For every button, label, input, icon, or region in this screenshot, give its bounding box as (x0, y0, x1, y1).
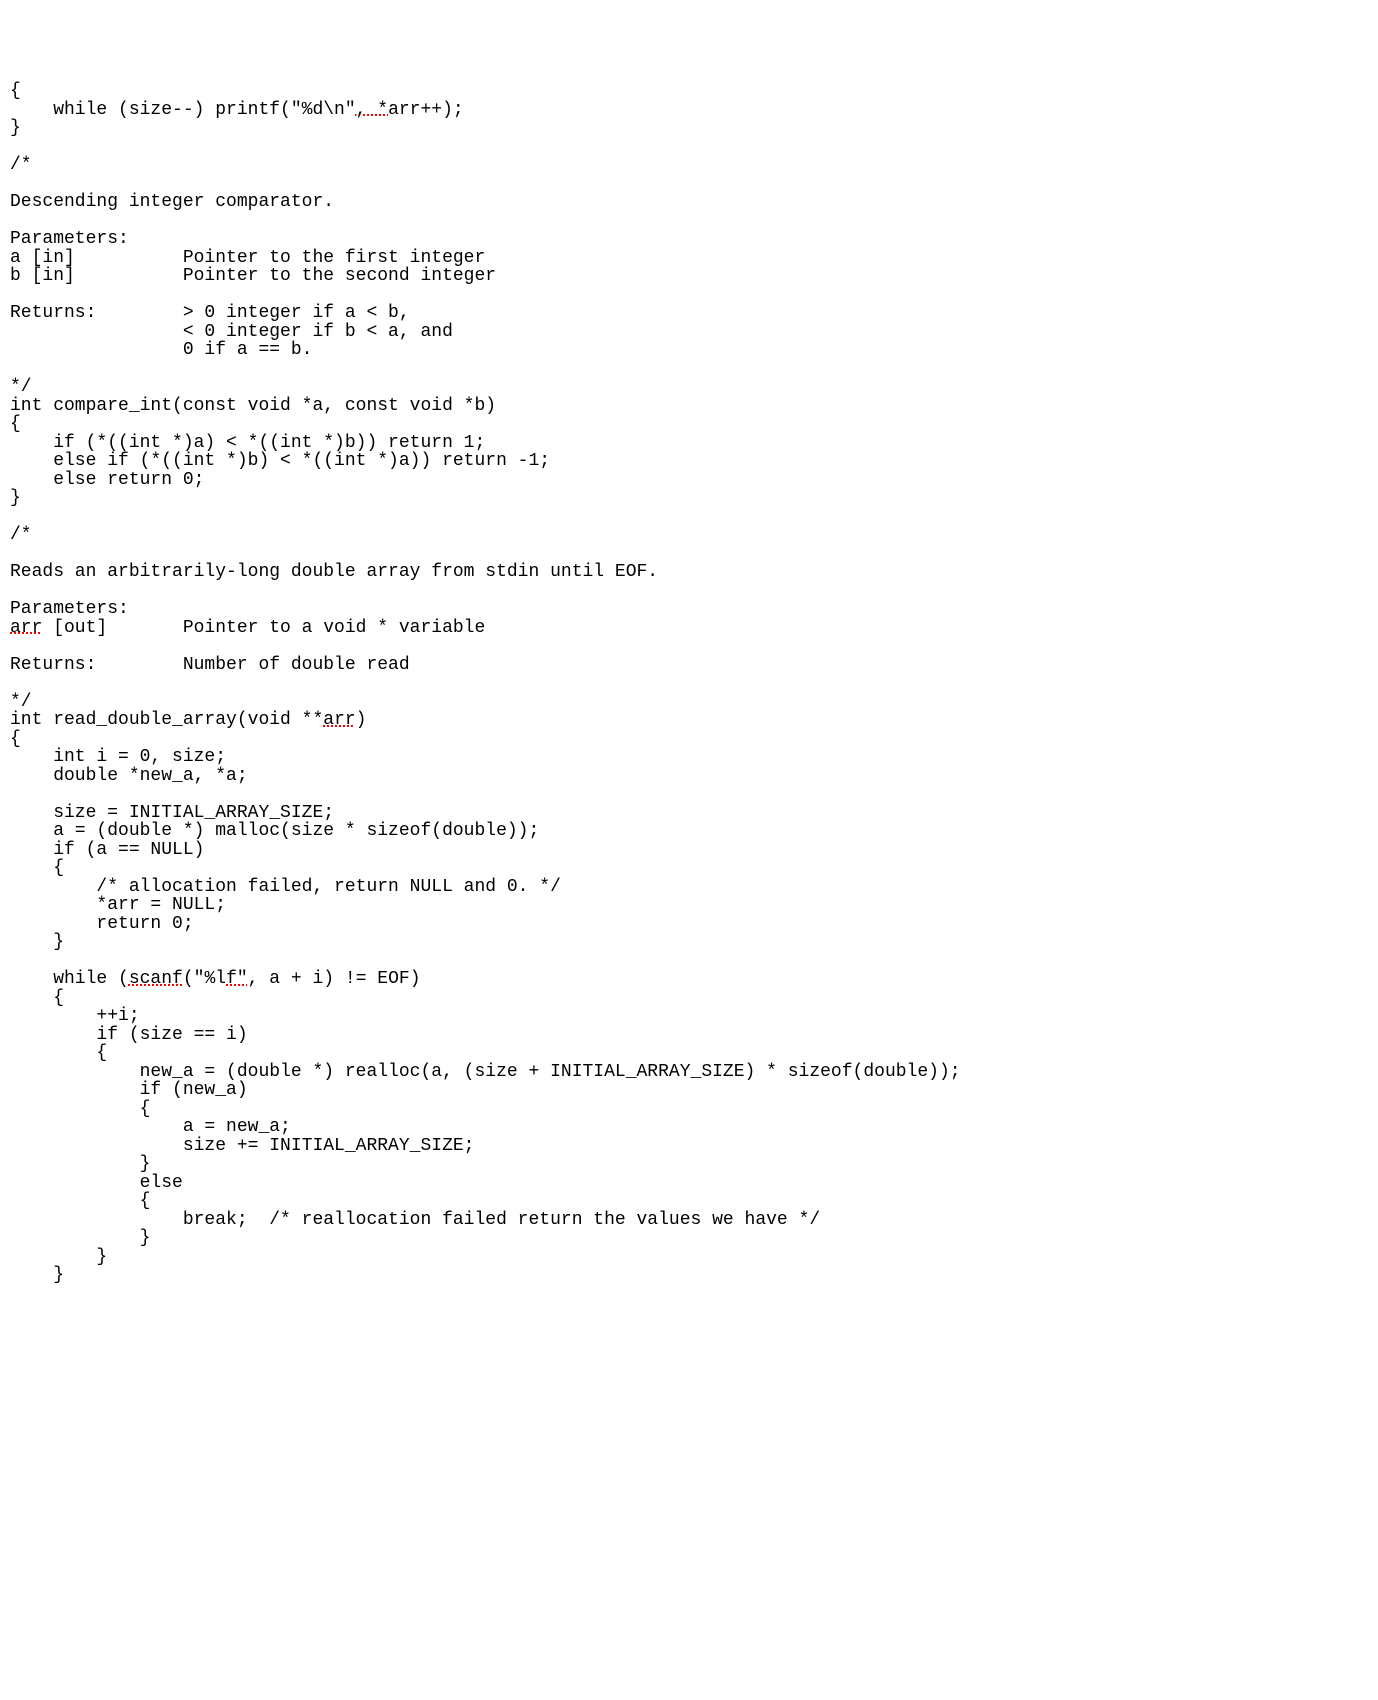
code-line: /* allocation failed, return NULL and 0.… (10, 878, 1368, 897)
code-line: if (*((int *)a) < *((int *)b)) return 1; (10, 434, 1368, 453)
code-line: while (size--) printf("%d\n", *arr++); (10, 101, 1368, 120)
code-line (10, 286, 1368, 305)
code-line: size = INITIAL_ARRAY_SIZE; (10, 804, 1368, 823)
code-line (10, 582, 1368, 601)
code-line: break; /* reallocation failed return the… (10, 1211, 1368, 1230)
code-line: int read_double_array(void **arr) (10, 711, 1368, 730)
code-line: while (scanf("%lf", a + i) != EOF) (10, 970, 1368, 989)
code-line: } (10, 933, 1368, 952)
code-line: Descending integer comparator. (10, 193, 1368, 212)
code-line: Returns: Number of double read (10, 656, 1368, 675)
code-line: 0 if a == b. (10, 341, 1368, 360)
code-line: a [in] Pointer to the first integer (10, 249, 1368, 268)
code-line: { (10, 730, 1368, 749)
code-line: else return 0; (10, 471, 1368, 490)
code-line: b [in] Pointer to the second integer (10, 267, 1368, 286)
code-line: Reads an arbitrarily-long double array f… (10, 563, 1368, 582)
code-line: else if (*((int *)b) < *((int *)a)) retu… (10, 452, 1368, 471)
code-line: else (10, 1174, 1368, 1193)
code-line: { (10, 415, 1368, 434)
code-line (10, 360, 1368, 379)
spell-error-word: arr (323, 710, 355, 730)
code-line: Returns: > 0 integer if a < b, (10, 304, 1368, 323)
code-line: */ (10, 378, 1368, 397)
code-line: { (10, 859, 1368, 878)
code-editor-content[interactable]: { while (size--) printf("%d\n", *arr++);… (10, 82, 1368, 1285)
spell-error-word: f" (226, 969, 248, 989)
code-line (10, 952, 1368, 971)
code-line: *arr = NULL; (10, 896, 1368, 915)
code-line: if (size == i) (10, 1026, 1368, 1045)
code-line: < 0 integer if b < a, and (10, 323, 1368, 342)
code-line: a = new_a; (10, 1118, 1368, 1137)
code-line (10, 545, 1368, 564)
code-line: } (10, 1155, 1368, 1174)
code-line: } (10, 489, 1368, 508)
code-line: int compare_int(const void *a, const voi… (10, 397, 1368, 416)
code-line: size += INITIAL_ARRAY_SIZE; (10, 1137, 1368, 1156)
code-line: int i = 0, size; (10, 748, 1368, 767)
code-line: arr [out] Pointer to a void * variable (10, 619, 1368, 638)
code-line (10, 175, 1368, 194)
code-line: } (10, 1266, 1368, 1285)
code-line: } (10, 1248, 1368, 1267)
code-line: return 0; (10, 915, 1368, 934)
code-line: { (10, 1044, 1368, 1063)
spell-error-word: , * (356, 100, 388, 120)
code-line (10, 785, 1368, 804)
spell-error-word: scanf (129, 969, 183, 989)
code-line: Parameters: (10, 600, 1368, 619)
code-line: { (10, 1192, 1368, 1211)
code-line: a = (double *) malloc(size * sizeof(doub… (10, 822, 1368, 841)
code-line: if (a == NULL) (10, 841, 1368, 860)
code-line: } (10, 1229, 1368, 1248)
code-line: } (10, 119, 1368, 138)
spell-error-word: arr (10, 618, 42, 638)
code-line (10, 212, 1368, 231)
code-line: Parameters: (10, 230, 1368, 249)
code-line: /* (10, 156, 1368, 175)
code-line: */ (10, 693, 1368, 712)
code-line: if (new_a) (10, 1081, 1368, 1100)
code-line (10, 508, 1368, 527)
code-line: new_a = (double *) realloc(a, (size + IN… (10, 1063, 1368, 1082)
code-line: double *new_a, *a; (10, 767, 1368, 786)
code-line (10, 674, 1368, 693)
code-line: /* (10, 526, 1368, 545)
code-line: { (10, 989, 1368, 1008)
code-line (10, 637, 1368, 656)
code-line: { (10, 82, 1368, 101)
code-line: ++i; (10, 1007, 1368, 1026)
code-line: { (10, 1100, 1368, 1119)
code-line (10, 138, 1368, 157)
